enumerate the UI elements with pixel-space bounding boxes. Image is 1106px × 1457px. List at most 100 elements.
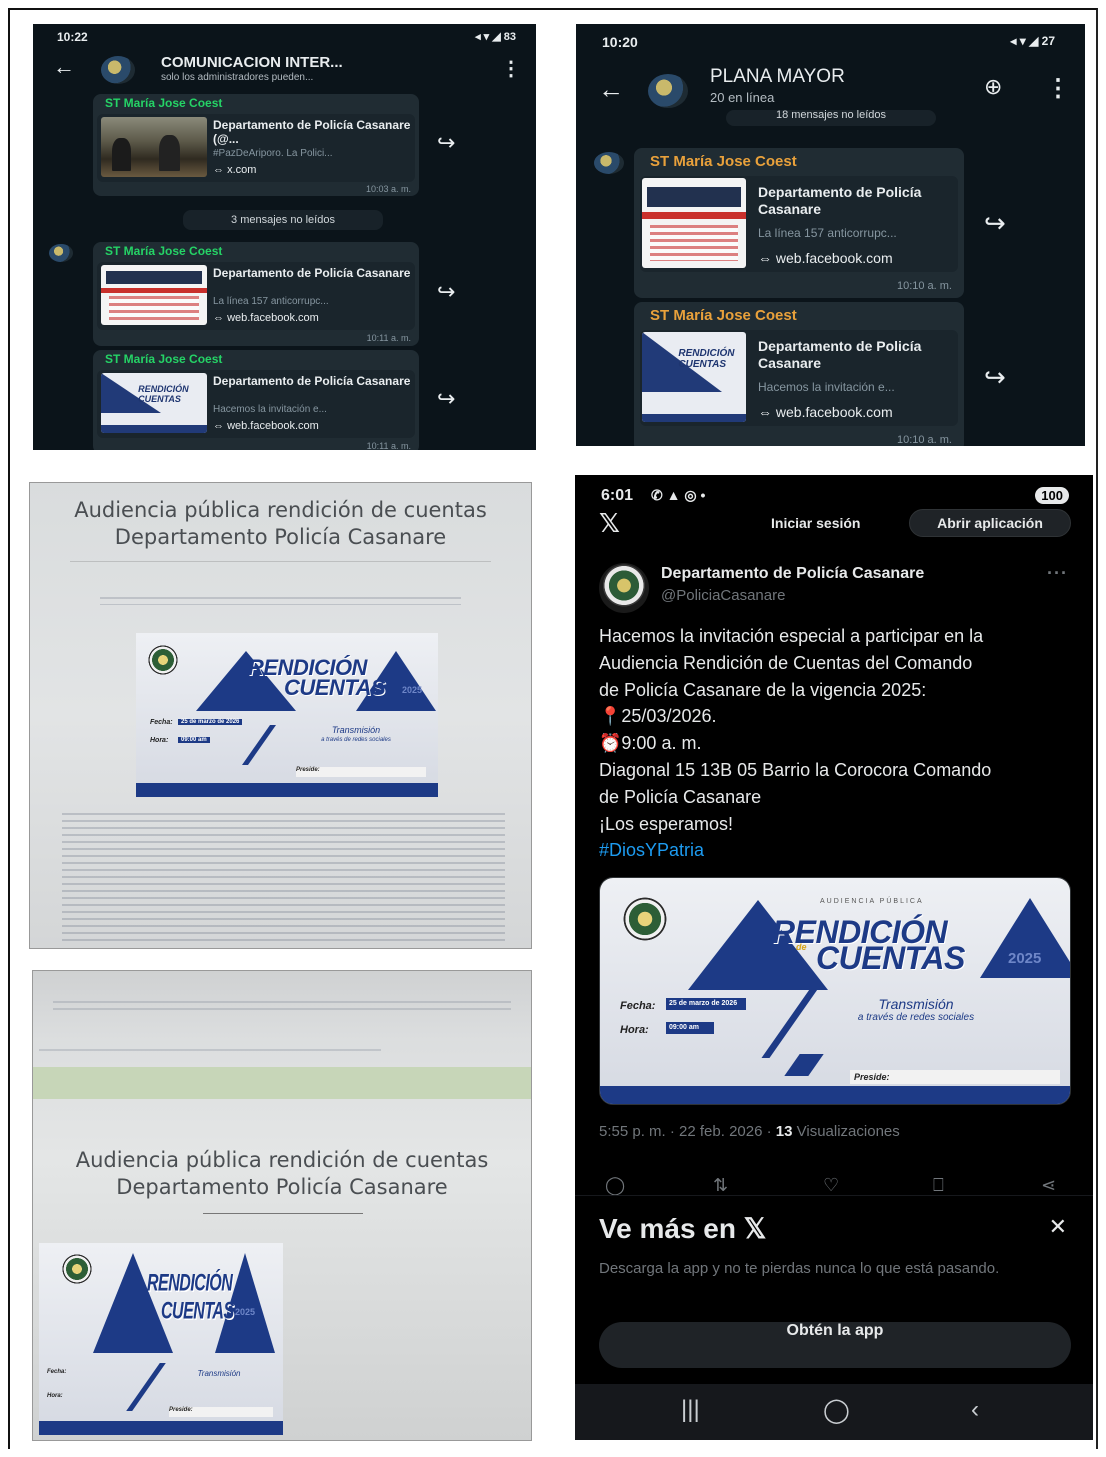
link-thumbnail <box>101 265 207 325</box>
post-text: Hacemos la invitación especial a partici… <box>599 623 1079 864</box>
webpage-photo-audiencia: Audiencia pública rendición de cuentas D… <box>29 482 532 949</box>
post-line-address-2: de Policía Casanare <box>599 786 762 807</box>
police-seal-icon <box>620 894 670 944</box>
hashtag-link[interactable]: #DiosYPatria <box>599 837 1079 864</box>
transmision-sublabel: a través de redes sociales <box>321 737 391 743</box>
forward-icon[interactable]: ↪ <box>984 208 1006 239</box>
open-app-button[interactable]: Abrir aplicación <box>909 509 1071 537</box>
message-bubble[interactable]: ST María Jose Coest Departamento de Poli… <box>93 242 419 346</box>
stripe-shape <box>241 725 277 765</box>
message-sender: ST María Jose Coest <box>105 96 223 110</box>
divider <box>203 1213 363 1214</box>
link-domain: web.facebook.com <box>775 404 893 420</box>
back-arrow-icon[interactable]: ← <box>53 54 75 80</box>
video-call-icon[interactable]: ⊕ <box>984 74 1002 100</box>
link-domain: x.com <box>227 164 257 176</box>
more-options-icon[interactable]: ⋮ <box>501 56 521 81</box>
message-bubble[interactable]: ST María Jose Coest Departamento de Poli… <box>93 94 419 196</box>
forward-icon[interactable]: ↪ <box>437 130 455 156</box>
page-title: Audiencia pública rendición de cuentas D… <box>33 1147 531 1202</box>
account-name[interactable]: Departamento de Policía Casanare <box>661 565 924 583</box>
message-time: 10:11 a. m. <box>366 441 411 450</box>
group-avatar[interactable] <box>101 56 135 84</box>
page-title-line2: Departamento Policía Casanare <box>114 525 447 550</box>
stripe-shape <box>126 1363 166 1411</box>
link-title: Departamento de Policía Casanare (@... <box>213 118 411 147</box>
post-line: de Policía Casanare de la vigencia 2025: <box>599 679 927 700</box>
post-line-date: 📍25/03/2026. <box>599 706 717 727</box>
fecha-label: Fecha: <box>47 1369 67 1375</box>
stripe-shape <box>784 1054 824 1076</box>
post-timestamp: 5:55 p. m. · 22 feb. 2026 · <box>599 1123 776 1140</box>
status-icons: ◂ ▾ ◢ 83 <box>475 31 516 43</box>
link-title: Departamento de Policía Casanare <box>758 338 922 371</box>
police-seal-icon <box>61 1251 93 1287</box>
whatsapp-chat-comunicacion: 10:22 ◂ ▾ ◢ 83 ← COMUNICACION INTER... s… <box>33 24 536 450</box>
link-icon: ⇔ <box>213 312 228 324</box>
sheet-description: Descarga la app y no te pierdas nunca lo… <box>599 1260 1000 1277</box>
message-time: 10:10 a. m. <box>896 434 952 446</box>
banner-footer <box>136 783 438 797</box>
banner-footer <box>39 1421 283 1435</box>
blurred-breadcrumb <box>39 1049 381 1055</box>
more-options-icon[interactable]: ··· <box>1047 563 1068 584</box>
repost-icon[interactable]: ⇅ <box>713 1175 728 1196</box>
link-domain: web.facebook.com <box>775 250 893 266</box>
preside-label: Preside: <box>850 1070 1060 1084</box>
forward-icon[interactable]: ↪ <box>437 386 455 412</box>
page-title-line2: Departamento Policía Casanare <box>116 1175 448 1200</box>
status-time: 10:22 <box>57 30 88 44</box>
like-icon[interactable]: ♡ <box>823 1175 839 1196</box>
message-sender: ST María Jose Coest <box>105 352 223 366</box>
bookmark-icon[interactable]: ⎕ <box>933 1175 944 1196</box>
get-app-button[interactable]: Obtén la app <box>599 1322 1071 1368</box>
chat-subtitle: 20 en línea <box>710 90 775 105</box>
back-arrow-icon[interactable]: ← <box>598 74 624 105</box>
more-options-icon[interactable]: ⋮ <box>1046 74 1070 103</box>
close-icon[interactable]: ✕ <box>1049 1214 1067 1240</box>
post-line: Hacemos la invitación especial a partici… <box>599 626 984 646</box>
status-bar: 10:22 ◂ ▾ ◢ 83 <box>33 30 536 48</box>
rendicion-banner: RENDICIÓN CUENTAS 2025 Fecha: 25 de marz… <box>136 633 438 797</box>
x-logo-icon[interactable]: 𝕏 <box>599 509 620 539</box>
link-preview[interactable]: Departamento de Policía Casanare La líne… <box>640 176 958 272</box>
group-avatar[interactable] <box>648 74 688 108</box>
banner-year: 2025 <box>235 1307 256 1317</box>
message-sender: ST María Jose Coest <box>105 244 223 258</box>
account-avatar[interactable] <box>599 563 649 613</box>
link-icon: ⇔ <box>758 404 776 420</box>
banner-word-cuentas: CUENTAS <box>816 940 965 976</box>
account-handle[interactable]: @PoliciaCasanare <box>661 587 785 604</box>
fecha-label: Fecha: <box>620 1000 656 1012</box>
link-preview[interactable]: Departamento de Policía Casanare La líne… <box>97 262 415 330</box>
signin-link[interactable]: Iniciar sesión <box>771 515 860 531</box>
transmision-label: Transmisión <box>878 996 954 1012</box>
back-icon[interactable]: ‹ <box>971 1396 979 1424</box>
link-description: #PazDeAriporo. La Polici... <box>213 148 333 159</box>
forward-icon[interactable]: ↪ <box>984 362 1006 393</box>
message-bubble[interactable]: ST María Jose Coest RENDICIÓN CUENTAS Dep… <box>93 350 419 450</box>
post-image[interactable]: AUDIENCIA PÚBLICA RENDICIÓN de CUENTAS 2… <box>599 877 1071 1105</box>
banner-word-cuentas: CUENTAS <box>161 1299 234 1325</box>
forward-icon[interactable]: ↪ <box>437 279 455 305</box>
link-preview[interactable]: RENDICIÓN CUENTAS Departamento de Policía… <box>97 370 415 438</box>
message-bubble[interactable]: ST María Jose Coest Departamento de Poli… <box>634 148 964 298</box>
status-icons: ◂ ▾ ◢ 27 <box>1010 34 1055 48</box>
link-preview[interactable]: RENDICIÓN CUENTAS Departamento de Policía… <box>640 330 958 426</box>
reply-icon[interactable]: ◯ <box>605 1175 625 1196</box>
share-icon[interactable]: ⋖ <box>1041 1175 1056 1196</box>
fecha-value: 25 de marzo de 2026 <box>178 719 243 725</box>
get-app-sheet: Ve más en 𝕏 ✕ Descarga la app y no te pi… <box>575 1195 1093 1383</box>
link-preview[interactable]: Departamento de Policía Casanare (@... #… <box>97 114 415 182</box>
recents-icon[interactable]: ||| <box>681 1396 700 1424</box>
status-bar: 10:20 ◂ ▾ ◢ 27 <box>576 34 1085 52</box>
preside-label: Preside: <box>296 767 426 777</box>
fecha-value: 25 de marzo de 2026 <box>666 998 746 1010</box>
chat-title[interactable]: PLANA MAYOR <box>710 66 970 88</box>
home-icon[interactable]: ◯ <box>823 1396 850 1425</box>
banner-year: 2025 <box>1008 950 1042 967</box>
message-bubble[interactable]: ST María Jose Coest RENDICIÓN CUENTAS Dep… <box>634 302 964 446</box>
sheet-title: Ve más en 𝕏 <box>599 1213 767 1244</box>
chat-title[interactable]: COMUNICACION INTER... <box>161 54 461 71</box>
rendicion-banner: AUDIENCIA PÚBLICA RENDICIÓN de CUENTAS 2… <box>600 878 1070 1104</box>
